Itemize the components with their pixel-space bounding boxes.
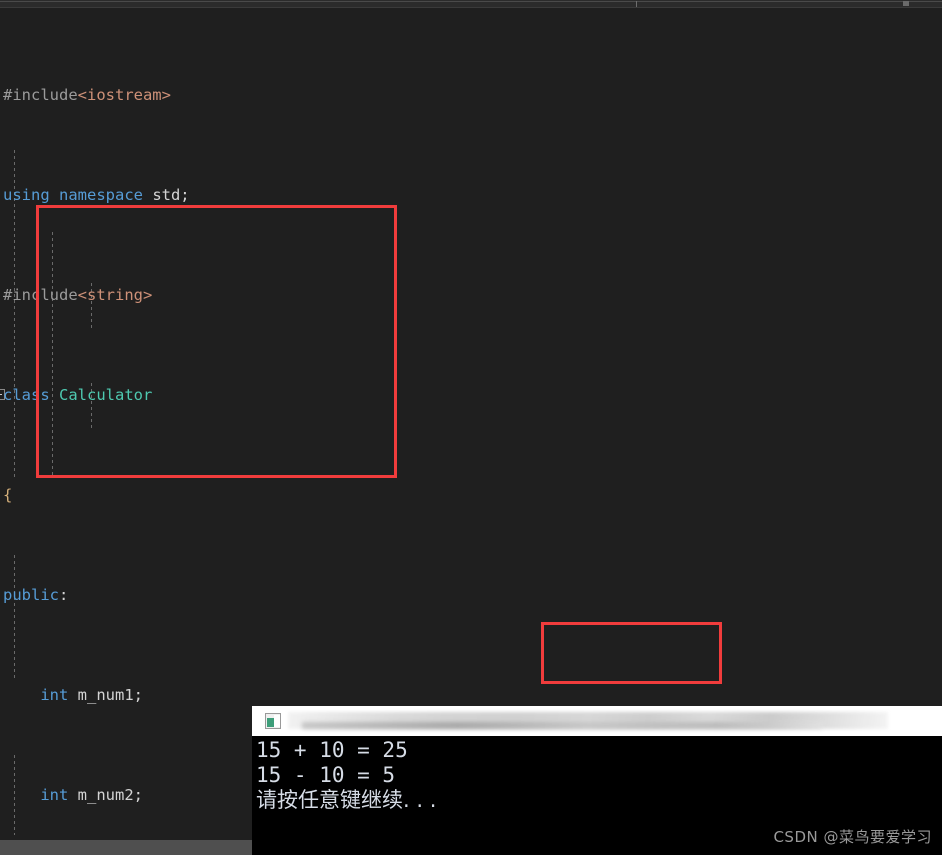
code-line[interactable]: #include<string> <box>0 283 942 308</box>
code-line[interactable]: { <box>0 483 942 508</box>
console-line-3: 请按任意键继续. . . <box>256 788 437 812</box>
console-app-icon <box>265 713 281 729</box>
console-line-2: 15 - 10 = 5 <box>256 763 396 787</box>
console-output-window[interactable]: 15 + 10 = 25 15 - 10 = 5 请按任意键继续. . . CS… <box>252 706 942 855</box>
code-line-text: int m_num1; <box>40 686 143 704</box>
code-line-text: { <box>3 486 13 504</box>
editor-top-splitter[interactable] <box>0 0 942 8</box>
code-line-text: public: <box>3 586 69 604</box>
code-line[interactable]: using namespace std; <box>0 183 942 208</box>
csdn-watermark: CSDN @菜鸟要爱学习 <box>773 828 932 846</box>
code-line-text: #include<string> <box>3 286 153 304</box>
code-line-text: class Calculator <box>3 386 153 404</box>
code-line-text: int m_num2; <box>40 786 143 804</box>
console-output-text: 15 + 10 = 25 15 - 10 = 5 请按任意键继续. . . <box>252 736 942 813</box>
console-title-bar[interactable] <box>252 706 942 736</box>
code-line[interactable]: class Calculator <box>0 383 942 408</box>
splitter-tick-left <box>636 1 637 7</box>
code-line[interactable]: public: <box>0 583 942 608</box>
splitter-line <box>0 1 942 2</box>
code-line-text: #include<iostream> <box>3 86 171 104</box>
code-line-text: using namespace std; <box>3 186 190 204</box>
code-line[interactable]: int m_num1; <box>0 683 942 708</box>
console-line-1: 15 + 10 = 25 <box>256 738 408 762</box>
code-line[interactable]: #include<iostream> <box>0 83 942 108</box>
splitter-tick-right <box>903 1 909 6</box>
console-title-text-blurred-2 <box>302 722 822 729</box>
